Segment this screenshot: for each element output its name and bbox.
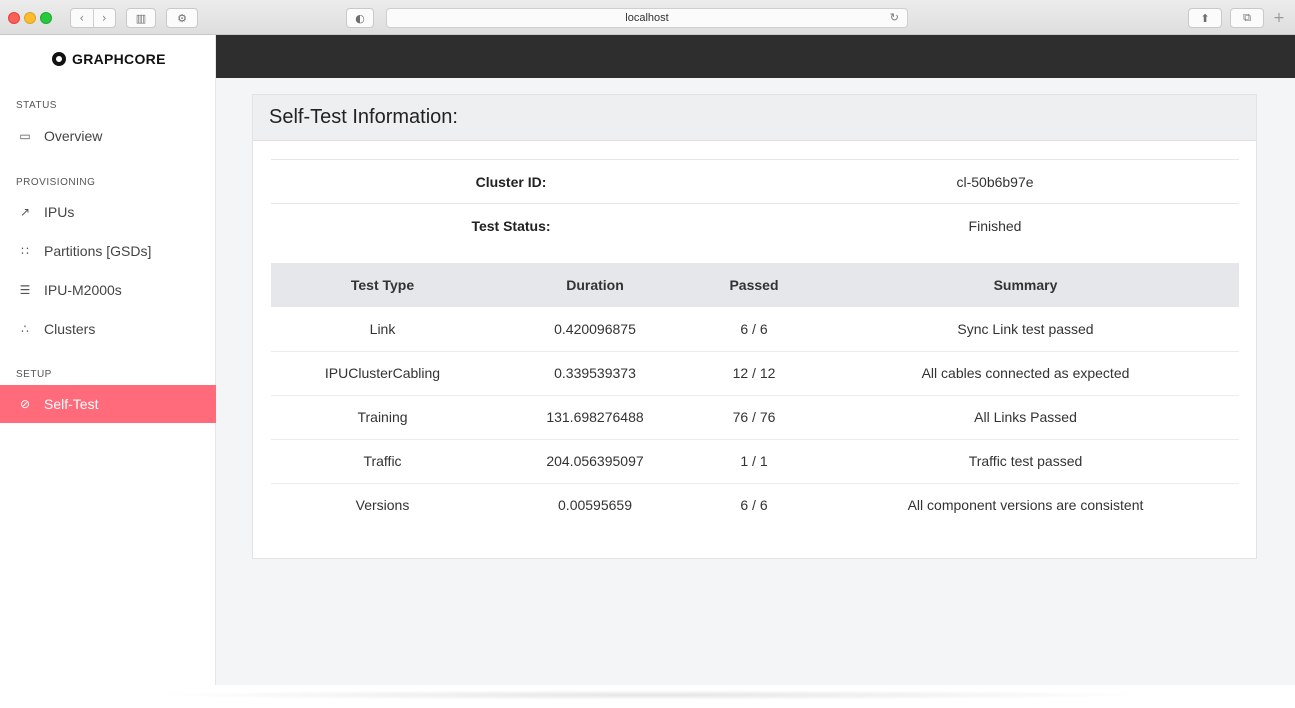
main-content: Self-Test Information: Cluster ID: cl-50… [216,78,1295,685]
column-header: Summary [812,263,1239,307]
cell-summary: All cables connected as expected [812,351,1239,396]
sidebar: GRAPHCORE STATUS ▭ Overview PROVISIONING… [0,35,216,685]
sidebar-item-label: Self-Test [44,396,99,412]
table-header-row: Test Type Duration Passed Summary [271,263,1239,307]
address-bar[interactable]: localhost ↻ [386,8,908,28]
cell-summary: Sync Link test passed [812,307,1239,352]
sidebar-item-overview[interactable]: ▭ Overview [0,117,216,155]
cell-test-type: Versions [355,497,410,514]
settings-icon[interactable]: ⚙ [166,8,198,28]
info-value: cl-50b6b97e [956,173,1034,190]
column-header: Passed [696,263,812,307]
privacy-shield-icon[interactable]: ◐ [346,8,374,28]
server-icon: ☰ [19,283,31,297]
test-results-table: Test Type Duration Passed Summary Link 0… [271,263,1239,527]
cell-duration: 0.339539373 [494,351,696,396]
check-circle-icon: ⊘ [19,397,31,411]
section-setup: SETUP [16,369,52,380]
sidebar-item-label: Clusters [44,321,96,337]
sidebar-toggle-button[interactable]: ▥ [126,8,156,28]
info-value: Finished [968,217,1022,234]
cell-passed: 12 / 12 [696,351,812,396]
cluster-info: Cluster ID: cl-50b6b97e Test Status: Fin… [271,159,1239,247]
chevron-right-icon[interactable]: › [92,9,116,27]
tabs-overview-icon[interactable]: ⧉ [1230,8,1264,28]
sidebar-item-ipu-m2000s[interactable]: ☰ IPU-M2000s [0,271,216,309]
section-status: STATUS [16,100,57,111]
sidebar-item-ipus[interactable]: ↗ IPUs [0,193,216,231]
sidebar-item-label: Overview [44,128,103,144]
cell-passed: 6 / 6 [740,497,768,514]
url-text: localhost [625,12,669,24]
sidebar-item-label: Partitions [GSDs] [44,243,152,259]
cell-test-type: Traffic [271,439,494,484]
cell-test-type: IPUClusterCabling [271,351,494,396]
sidebar-item-self-test[interactable]: ⊘ Self-Test [0,385,216,423]
info-row-test-status: Test Status: Finished [271,203,1239,247]
zoom-window-button[interactable] [40,12,52,24]
section-provisioning: PROVISIONING [16,177,96,188]
cluster-icon: ∴ [21,322,29,336]
graphcore-logo-icon [52,52,66,66]
cell-test-type: Link [271,307,494,352]
partition-icon: ∷ [21,244,29,258]
cell-duration: 131.698276488 [494,395,696,440]
table-row: Traffic 204.056395097 1 / 1 Traffic test… [271,439,1239,484]
cell-duration: 204.056395097 [494,439,696,484]
share-icon[interactable]: ⬆ [1188,8,1222,28]
close-window-button[interactable] [8,12,20,24]
cell-summary: Traffic test passed [812,439,1239,484]
table-row: Versions 0.00595659 6 / 6 All component … [271,483,1239,527]
table-row: IPUClusterCabling 0.339539373 12 / 12 Al… [271,351,1239,396]
cell-summary: All component versions are consistent [907,497,1144,514]
logo-text: GRAPHCORE [72,51,166,67]
reload-icon[interactable]: ↻ [890,11,899,24]
sidebar-item-clusters[interactable]: ∴ Clusters [0,310,216,348]
sidebar-item-label: IPUs [44,204,75,220]
column-header: Duration [494,263,696,307]
cell-test-type: Training [271,395,494,440]
info-key: Cluster ID: [475,173,547,190]
graphcore-logo[interactable]: GRAPHCORE [52,51,166,67]
self-test-card: Self-Test Information: Cluster ID: cl-50… [252,94,1257,559]
chevron-left-icon[interactable]: ‹ [71,9,93,27]
info-key: Test Status: [471,217,551,234]
window-shadow [140,690,1160,700]
sidebar-item-partitions[interactable]: ∷ Partitions [GSDs] [0,232,216,270]
sidebar-item-label: IPU-M2000s [44,282,122,298]
table-row: Link 0.420096875 6 / 6 Sync Link test pa… [271,307,1239,352]
history-nav: ‹ › [70,8,116,28]
cell-duration: 0.420096875 [494,307,696,352]
chart-icon: ↗ [19,205,31,219]
cell-passed: 76 / 76 [696,395,812,440]
monitor-icon: ▭ [19,129,31,143]
cell-duration: 0.00595659 [558,497,632,514]
cell-passed: 1 / 1 [696,439,812,484]
cell-summary: All Links Passed [812,395,1239,440]
new-tab-icon[interactable]: + [1268,8,1290,28]
table-row: Training 131.698276488 76 / 76 All Links… [271,395,1239,440]
column-header: Test Type [271,263,494,307]
card-title: Self-Test Information: [253,95,1256,141]
browser-toolbar: ‹ › ▥ ⚙ ◐ localhost ↻ ⬆ ⧉ + [0,0,1295,35]
info-row-cluster-id: Cluster ID: cl-50b6b97e [271,159,1239,203]
minimize-window-button[interactable] [24,12,36,24]
app-header-bar [216,35,1295,78]
cell-passed: 6 / 6 [696,307,812,352]
